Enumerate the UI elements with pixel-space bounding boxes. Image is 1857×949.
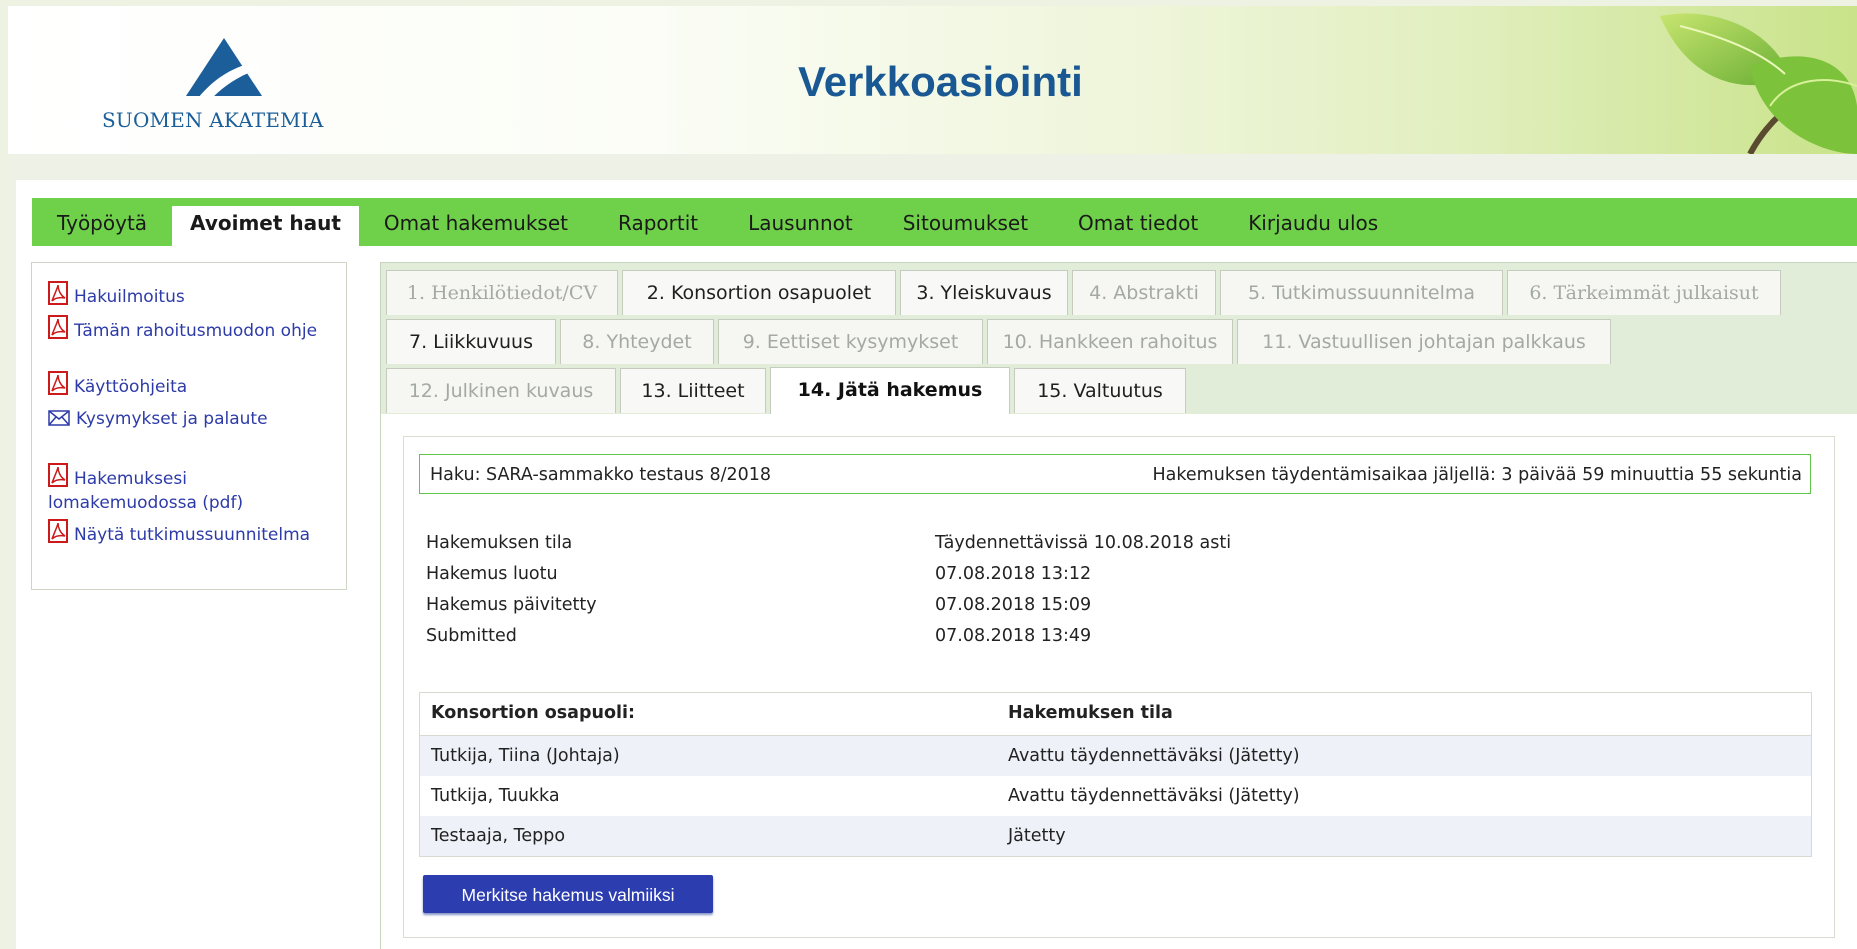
pdf-icon — [48, 463, 68, 487]
pdf-icon — [48, 519, 68, 543]
tab-konsortion-osapuolet[interactable]: 2. Konsortion osapuolet — [622, 270, 896, 315]
sidebar-link-nayta-tutkimussuunnitelma[interactable]: Näytä tutkimussuunnitelma — [48, 519, 338, 547]
nav-item-kirjaudu-ulos[interactable]: Kirjaudu ulos — [1223, 206, 1403, 246]
sidebar-link-kayttoohjeita[interactable]: Käyttöohjeita — [48, 371, 338, 399]
table-row: Tutkija, Tuukka Avattu täydennettäväksi … — [420, 776, 1811, 816]
info-value: 07.08.2018 13:12 — [935, 564, 1092, 584]
nav-item-lausunnot[interactable]: Lausunnot — [723, 206, 878, 246]
call-name: Haku: SARA-sammakko testaus 8/2018 — [430, 465, 772, 485]
tab-abstrakti[interactable]: 4. Abstrakti — [1072, 270, 1216, 315]
call-info-box: Haku: SARA-sammakko testaus 8/2018 Hakem… — [419, 454, 1811, 494]
nav-item-omat-tiedot[interactable]: Omat tiedot — [1053, 206, 1223, 246]
pdf-icon — [48, 315, 68, 339]
tab-yhteydet[interactable]: 8. Yhteydet — [560, 319, 714, 364]
pdf-icon — [48, 371, 68, 395]
sidebar: Hakuilmoitus Tämän rahoitusmuodon ohje K… — [31, 262, 347, 590]
info-label: Submitted — [426, 626, 517, 646]
info-label: Hakemuksen tila — [426, 533, 573, 553]
tab-yleiskuvaus[interactable]: 3. Yleiskuvaus — [900, 270, 1068, 315]
nav-item-tyopoyta[interactable]: Työpöytä — [32, 206, 172, 246]
consortium-table: Konsortion osapuoli: Hakemuksen tila Tut… — [419, 692, 1812, 857]
tab-hankkeen-rahoitus[interactable]: 10. Hankkeen rahoitus — [987, 319, 1233, 364]
info-value: Täydennettävissä 10.08.2018 asti — [935, 533, 1232, 553]
table-header-row: Konsortion osapuoli: Hakemuksen tila — [420, 693, 1811, 736]
sidebar-link-kysymykset-ja-palaute[interactable]: Kysymykset ja palaute — [48, 407, 338, 431]
tab-tarkeimmat-julkaisut[interactable]: 6. Tärkeimmät julkaisut — [1507, 270, 1781, 315]
sidebar-link-rahoitusmuodon-ohje[interactable]: Tämän rahoitusmuodon ohje — [48, 315, 338, 343]
tab-henkilotiedot-cv[interactable]: 1. Henkilötiedot/CV — [386, 270, 618, 315]
pdf-icon — [48, 281, 68, 305]
content-frame — [403, 436, 1835, 938]
info-value: 07.08.2018 13:49 — [935, 626, 1092, 646]
sidebar-link-hakuilmoitus[interactable]: Hakuilmoitus — [48, 281, 338, 309]
table-row: Tutkija, Tiina (Johtaja) Avattu täydenne… — [420, 736, 1811, 776]
sidebar-link-lomakemuodossa-pdf[interactable]: Hakemuksesi lomakemuodossa (pdf) — [48, 463, 338, 515]
mark-ready-button[interactable]: Merkitse hakemus valmiiksi — [423, 875, 713, 913]
sidebar-link-label: Tämän rahoitusmuodon ohje — [74, 321, 318, 341]
sidebar-link-label: Käyttöohjeita — [74, 377, 188, 397]
table-cell: Tutkija, Tiina (Johtaja) — [431, 746, 620, 766]
tab-eettiset-kysymykset[interactable]: 9. Eettiset kysymykset — [718, 319, 983, 364]
logo-icon — [186, 38, 262, 98]
tab-panel: 1. Henkilötiedot/CV 2. Konsortion osapuo… — [380, 262, 1857, 415]
nav-item-avoimet-haut[interactable]: Avoimet haut — [172, 206, 359, 246]
tab-jata-hakemus[interactable]: 14. Jätä hakemus — [770, 367, 1010, 415]
table-row: Testaaja, Teppo Jätetty — [420, 816, 1811, 856]
mail-icon — [48, 410, 70, 426]
header-banner: SUOMEN AKATEMIA Verkkoasiointi — [8, 6, 1857, 154]
table-header: Hakemuksen tila — [1008, 703, 1173, 723]
tab-julkinen-kuvaus[interactable]: 12. Julkinen kuvaus — [386, 368, 616, 413]
table-cell: Jätetty — [1008, 826, 1066, 846]
tab-liitteet[interactable]: 13. Liitteet — [620, 368, 766, 413]
table-cell: Tutkija, Tuukka — [431, 786, 560, 806]
nav-item-sitoumukset[interactable]: Sitoumukset — [878, 206, 1053, 246]
tab-liikkuvuus[interactable]: 7. Liikkuvuus — [386, 319, 556, 364]
tab-vastuullisen-johtajan-palkkaus[interactable]: 11. Vastuullisen johtajan palkkaus — [1237, 319, 1611, 364]
table-cell: Testaaja, Teppo — [431, 826, 566, 846]
page-title: Verkkoasiointi — [798, 58, 1083, 105]
main-nav: Työpöytä Avoimet haut Omat hakemukset Ra… — [32, 198, 1857, 246]
tab-valtuutus[interactable]: 15. Valtuutus — [1014, 368, 1186, 413]
sidebar-link-label: Näytä tutkimussuunnitelma — [74, 525, 311, 545]
nav-item-omat-hakemukset[interactable]: Omat hakemukset — [359, 206, 593, 246]
nav-item-raportit[interactable]: Raportit — [593, 206, 723, 246]
info-label: Hakemus päivitetty — [426, 595, 597, 615]
info-value: 07.08.2018 15:09 — [935, 595, 1092, 615]
table-cell: Avattu täydennettäväksi (Jätetty) — [1008, 786, 1300, 806]
table-cell: Avattu täydennettäväksi (Jätetty) — [1008, 746, 1300, 766]
logo-text: SUOMEN AKATEMIA — [102, 108, 324, 132]
info-label: Hakemus luotu — [426, 564, 558, 584]
tab-tutkimussuunnitelma[interactable]: 5. Tutkimussuunnitelma — [1220, 270, 1503, 315]
logo: SUOMEN AKATEMIA — [102, 38, 342, 134]
sidebar-link-label: Kysymykset ja palaute — [76, 409, 268, 429]
leaf-image — [1600, 6, 1857, 154]
sidebar-link-label: Hakemuksesi lomakemuodossa (pdf) — [48, 469, 244, 513]
sidebar-link-label: Hakuilmoitus — [74, 287, 185, 307]
time-remaining: Hakemuksen täydentämisaikaa jäljellä: 3 … — [1152, 465, 1802, 485]
table-header: Konsortion osapuoli: — [431, 703, 635, 723]
